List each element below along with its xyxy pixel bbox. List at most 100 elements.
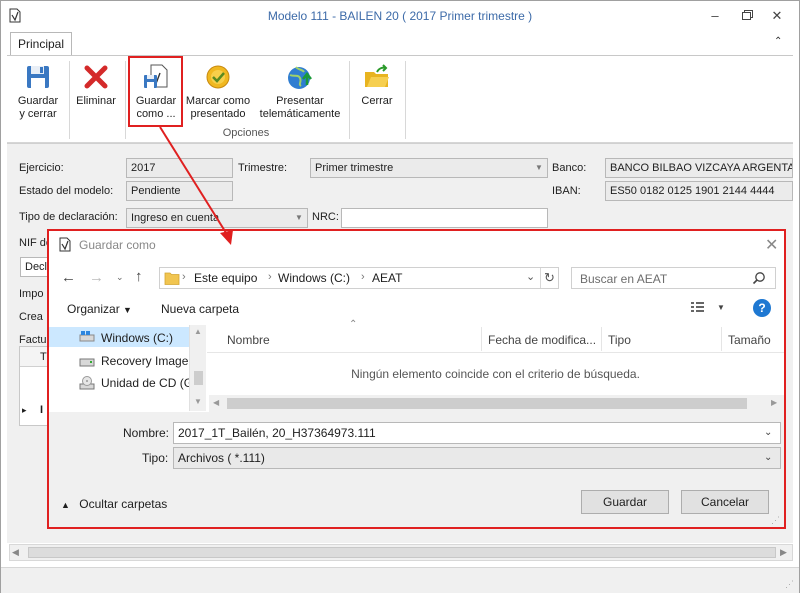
breadcrumb-chevron-icon[interactable]: ›: [361, 271, 365, 283]
banco-label: Banco:: [552, 162, 587, 174]
chevron-down-icon[interactable]: ⌄: [764, 448, 772, 468]
search-box[interactable]: Buscar en AEAT: [571, 267, 776, 289]
filetype-select[interactable]: Archivos ( *.111) ⌄: [173, 447, 781, 469]
breadcrumb-aeat[interactable]: AEAT: [372, 271, 402, 285]
nrc-label: NRC:: [312, 211, 339, 223]
creacion-label: Crea: [19, 311, 43, 323]
search-icon[interactable]: [752, 271, 768, 287]
scroll-left-icon[interactable]: ◀: [12, 547, 19, 558]
scroll-right-icon[interactable]: ▶: [780, 547, 787, 558]
ribbon-separator: [405, 61, 406, 139]
column-divider[interactable]: [601, 327, 602, 351]
delete-button[interactable]: Eliminar: [73, 63, 119, 108]
declarante-field[interactable]: Decla: [20, 257, 49, 277]
importe-label: Impo: [19, 288, 44, 300]
dialog-close-icon[interactable]: ✕: [765, 235, 778, 255]
column-tamano[interactable]: Tamaño: [728, 333, 771, 347]
maximize-icon[interactable]: [739, 9, 755, 23]
scroll-right-icon[interactable]: ▶: [771, 398, 777, 407]
tab-principal[interactable]: Principal: [10, 32, 72, 56]
chevron-down-icon[interactable]: ▼: [532, 159, 546, 177]
forward-arrow-icon[interactable]: →: [89, 269, 104, 286]
column-tipo[interactable]: Tipo: [608, 333, 631, 347]
sort-up-icon: ⌃: [349, 319, 358, 330]
annotation-highlight-box: [128, 56, 183, 127]
chevron-down-icon[interactable]: ⌄: [764, 423, 772, 443]
estado-field[interactable]: Pendiente: [126, 181, 233, 201]
column-fecha[interactable]: Fecha de modifica...: [488, 333, 596, 347]
present-label-2: telemáticamente: [259, 108, 341, 120]
tipo-declaracion-select[interactable]: Ingreso en cuenta: [126, 208, 308, 228]
breadcrumb-windows-c[interactable]: Windows (C:): [278, 271, 350, 285]
column-divider[interactable]: [481, 327, 482, 351]
back-arrow-icon[interactable]: ←: [61, 269, 76, 286]
banco-field[interactable]: BANCO BILBAO VIZCAYA ARGENTARIA: [605, 158, 793, 178]
hide-folders-button[interactable]: ▲ Ocultar carpetas: [61, 497, 167, 511]
facturas-label: Factu: [19, 334, 47, 346]
estado-label: Estado del modelo:: [19, 185, 114, 197]
hide-folders-label: Ocultar carpetas: [79, 497, 168, 511]
filename-input[interactable]: 2017_1T_Bailén, 20_H37364973.111 ⌄: [173, 422, 781, 444]
view-options-icon[interactable]: [691, 300, 709, 316]
scroll-left-icon[interactable]: ◀: [213, 398, 219, 407]
tipo-declaracion-label: Tipo de declaración:: [19, 211, 118, 223]
close-button[interactable]: Cerrar: [355, 63, 399, 108]
file-list-horizontal-scrollbar[interactable]: ◀ ▶: [209, 395, 784, 412]
filename-label: Nombre:: [123, 426, 170, 440]
scroll-thumb[interactable]: [227, 398, 747, 409]
address-bar[interactable]: › Este equipo › Windows (C:) › AEAT ⌄ ↻: [159, 267, 559, 289]
present-telematic-button[interactable]: Presentar telemáticamente: [257, 63, 343, 121]
up-arrow-icon[interactable]: ↑: [135, 268, 143, 285]
dialog-title: Guardar como: [79, 238, 156, 252]
save-close-button[interactable]: Guardar y cerrar: [15, 63, 61, 121]
chevron-down-icon[interactable]: ▼: [292, 209, 306, 227]
cancelar-button[interactable]: Cancelar: [681, 490, 769, 514]
iban-label: IBAN:: [552, 185, 581, 197]
recent-locations-chevron-icon[interactable]: ⌄: [116, 272, 124, 283]
nav-label: Recovery Image: [101, 354, 189, 368]
resize-grip-icon[interactable]: ⋰: [771, 515, 780, 526]
gold-seal-check-icon: [204, 63, 232, 91]
view-dropdown-icon[interactable]: ▼: [717, 303, 725, 312]
refresh-icon[interactable]: ↻: [540, 268, 558, 288]
scroll-down-icon[interactable]: ▼: [194, 397, 202, 406]
globe-upload-icon: [286, 63, 314, 91]
help-icon[interactable]: ?: [753, 299, 771, 317]
scroll-thumb[interactable]: [28, 547, 776, 558]
grid-row-cell[interactable]: I: [40, 404, 43, 416]
new-folder-button[interactable]: Nueva carpeta: [161, 302, 239, 316]
main-horizontal-scrollbar[interactable]: ◀ ▶: [9, 544, 793, 561]
filetype-value: Archivos ( *.111): [178, 451, 265, 465]
search-placeholder: Buscar en AEAT: [580, 272, 668, 286]
close-icon[interactable]: ✕: [769, 9, 785, 23]
address-dropdown-icon[interactable]: ⌄: [526, 270, 535, 283]
mark-presented-button[interactable]: Marcar como presentado: [185, 63, 251, 121]
guardar-button[interactable]: Guardar: [581, 490, 669, 514]
breadcrumb-chevron-icon[interactable]: ›: [182, 271, 186, 283]
nrc-field[interactable]: [341, 208, 548, 228]
nav-pane-scrollbar[interactable]: ▲ ▼: [189, 325, 206, 411]
window-title: Modelo 111 - BAILEN 20 ( 2017 Primer tri…: [267, 9, 533, 23]
ribbon-collapse-icon[interactable]: ⌃: [774, 36, 782, 47]
ejercicio-field[interactable]: 2017: [126, 158, 233, 178]
save-close-label-1: Guardar: [17, 95, 59, 107]
trimestre-label: Trimestre:: [238, 162, 288, 174]
scroll-thumb[interactable]: [194, 371, 203, 385]
column-nombre[interactable]: Nombre: [227, 333, 270, 347]
minimize-icon[interactable]: ‒: [707, 9, 723, 23]
nav-item-cd-drive[interactable]: Unidad de CD (G: [49, 373, 189, 393]
nav-item-windows-c[interactable]: Windows (C:): [49, 327, 189, 347]
column-divider[interactable]: [721, 327, 722, 351]
trimestre-select[interactable]: Primer trimestre: [310, 158, 548, 178]
tipo-declaracion-value: Ingreso en cuenta: [131, 212, 220, 224]
breadcrumb-chevron-icon[interactable]: ›: [268, 271, 272, 283]
title-bar: Modelo 111 - BAILEN 20 ( 2017 Primer tri…: [1, 1, 799, 31]
red-x-icon: [82, 63, 110, 91]
nav-item-recovery-image[interactable]: Recovery Image: [49, 351, 189, 371]
resize-grip-icon[interactable]: ⋰: [785, 579, 794, 590]
scroll-up-icon[interactable]: ▲: [194, 327, 202, 336]
organize-button[interactable]: Organizar ▼: [67, 302, 132, 316]
breadcrumb-este-equipo[interactable]: Este equipo: [194, 271, 257, 285]
dialog-footer: Nombre: 2017_1T_Bailén, 20_H37364973.111…: [49, 412, 784, 527]
iban-field[interactable]: ES50 0182 0125 1901 2144 4444: [605, 181, 793, 201]
